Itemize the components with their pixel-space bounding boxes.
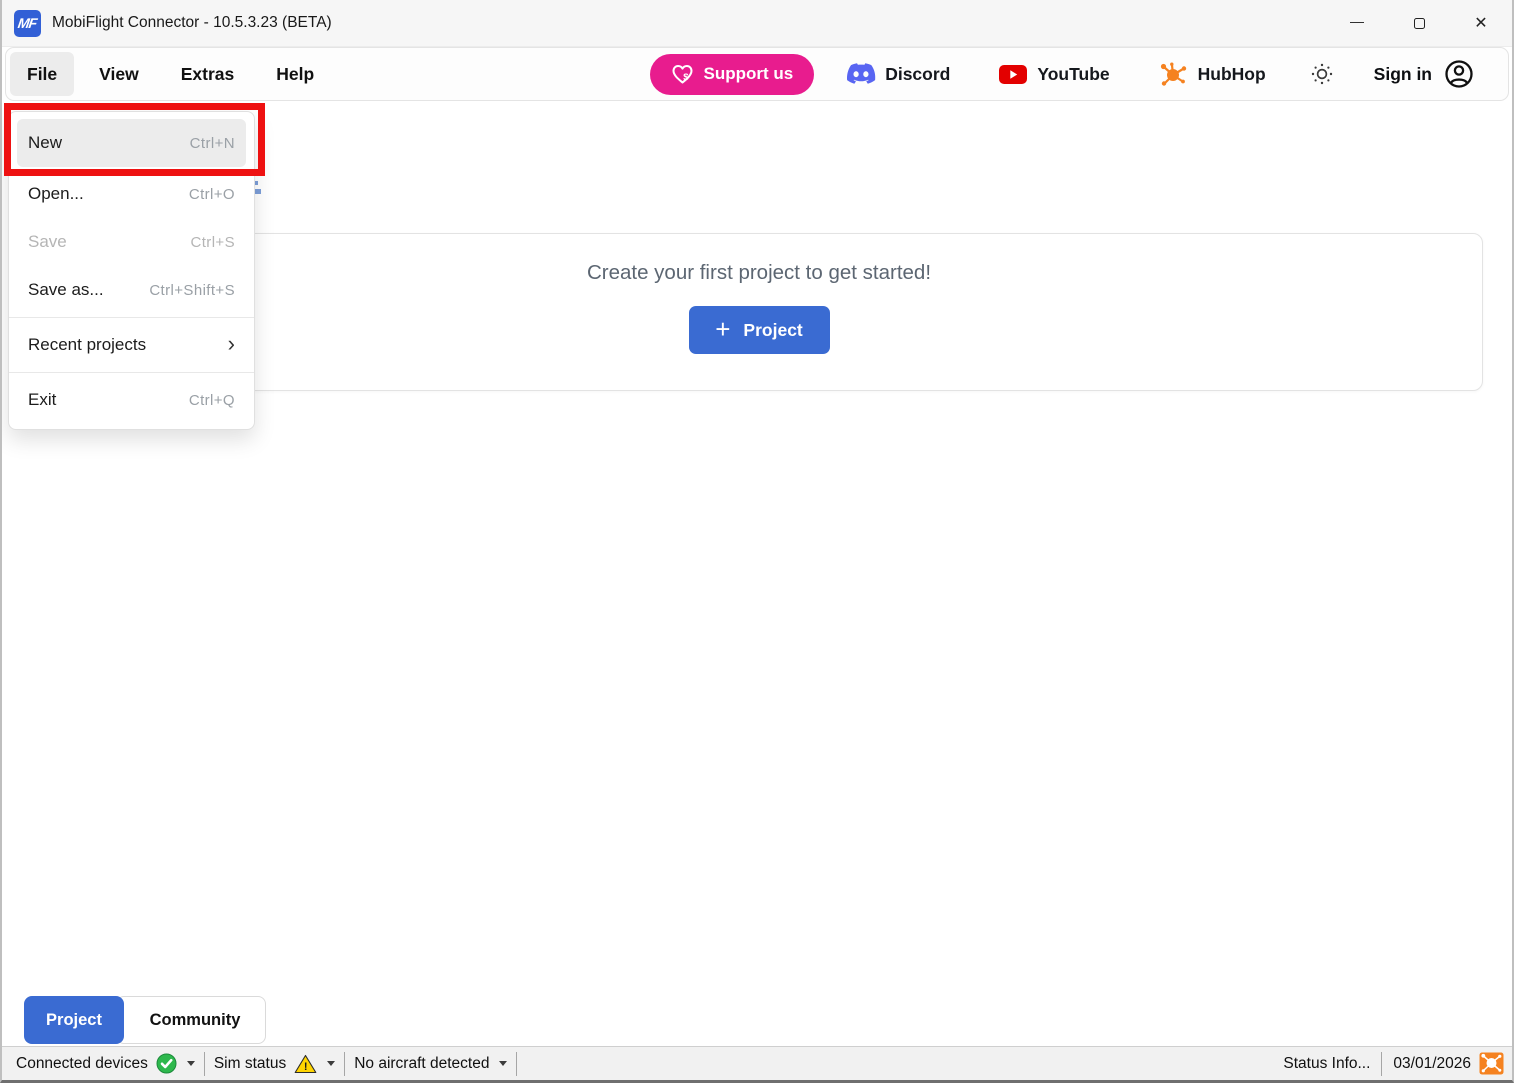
maximize-button[interactable] [1388,0,1450,46]
heart-dollar-icon: $ [671,64,694,85]
status-separator [1381,1052,1382,1076]
hubhop-link[interactable]: HubHop [1158,61,1266,88]
maximize-icon [1414,18,1425,29]
youtube-link[interactable]: YouTube [998,64,1109,85]
minimize-icon: — [1350,13,1364,29]
close-icon: ✕ [1474,13,1487,33]
status-separator [204,1052,205,1076]
discord-label: Discord [885,64,950,85]
menu-item-label: Save as... [28,280,104,300]
file-menu-item-recent-projects[interactable]: Recent projects › [9,321,254,369]
window-controls: — ✕ [1326,0,1512,46]
file-menu-item-exit[interactable]: Exit Ctrl+Q [9,376,254,424]
window-title: MobiFlight Connector - 10.5.3.23 (BETA) [52,14,332,32]
menu-extras[interactable]: Extras [164,52,252,96]
svg-text:!: ! [304,1061,308,1073]
menu-item-label: New [28,133,62,153]
menu-item-shortcut: Ctrl+S [191,234,236,251]
status-separator [516,1052,517,1076]
status-info-link[interactable]: Status Info... [1283,1055,1370,1073]
plus-icon: + [715,316,730,342]
aircraft-status-label: No aircraft detected [354,1055,489,1073]
support-us-label: Support us [703,64,793,84]
user-avatar-icon [1444,59,1474,89]
svg-text:$: $ [684,72,690,83]
warning-triangle-icon: ! [294,1054,317,1074]
hubhop-label: HubHop [1198,64,1266,85]
status-separator [344,1052,345,1076]
mobiflight-logo-icon: MF [14,10,41,37]
caret-down-icon [327,1061,335,1066]
file-menu-item-open[interactable]: Open... Ctrl+O [9,170,254,218]
menu-item-label: Open... [28,184,84,204]
menu-view[interactable]: View [82,52,156,96]
menu-separator [9,372,254,373]
youtube-icon [998,64,1028,85]
menu-item-shortcut: Ctrl+Q [189,392,235,409]
close-button[interactable]: ✕ [1450,0,1512,46]
bottom-tabs: Project Community [24,996,266,1044]
discord-icon [846,63,876,85]
title-bar: MF MobiFlight Connector - 10.5.3.23 (BET… [2,0,1512,47]
menu-item-shortcut: Ctrl+Shift+S [149,282,235,299]
menu-separator [9,317,254,318]
toolbar-right: $ Support us Discord [650,48,1508,100]
tab-community[interactable]: Community [116,996,266,1044]
menu-item-label: Save [28,232,67,252]
file-menu-item-save-as[interactable]: Save as... Ctrl+Shift+S [9,266,254,314]
connected-devices-status[interactable]: Connected devices [10,1053,201,1074]
menu-help[interactable]: Help [259,52,331,96]
menu-item-label: Recent projects [28,335,146,355]
aircraft-status[interactable]: No aircraft detected [348,1055,513,1073]
new-project-button[interactable]: + Project [689,306,830,354]
sign-in-button[interactable]: Sign in [1374,59,1474,89]
caret-down-icon [499,1061,507,1066]
new-project-button-label: Project [743,320,802,341]
minimize-button[interactable]: — [1326,0,1388,46]
app-window: MF MobiFlight Connector - 10.5.3.23 (BET… [0,0,1514,1083]
sim-status[interactable]: Sim status ! [208,1054,341,1074]
obscured-ui-fragment [254,181,262,197]
discord-link[interactable]: Discord [846,63,950,85]
connected-devices-label: Connected devices [16,1055,148,1073]
file-menu-item-save: Save Ctrl+S [9,218,254,266]
menu-item-label: Exit [28,390,56,410]
ok-check-icon [156,1053,177,1074]
tab-project[interactable]: Project [24,996,124,1044]
menu-item-shortcut: Ctrl+O [189,186,235,203]
menu-item-shortcut: Ctrl+N [190,135,235,152]
status-date: 03/01/2026 [1393,1055,1471,1073]
status-bar-right: Status Info... 03/01/2026 [1283,1052,1504,1076]
logo-text: MF [17,15,37,31]
support-us-button[interactable]: $ Support us [650,54,814,95]
youtube-label: YouTube [1037,64,1109,85]
caret-down-icon [187,1061,195,1066]
file-dropdown-menu: New Ctrl+N Open... Ctrl+O Save Ctrl+S Sa… [8,111,255,430]
sign-in-label: Sign in [1374,64,1432,85]
sun-brightness-icon [1310,62,1334,86]
menu-toolbar: File View Extras Help $ Support us [5,47,1509,101]
file-menu-item-new[interactable]: New Ctrl+N [17,119,246,167]
menu-file[interactable]: File [10,52,74,96]
sim-status-label: Sim status [214,1055,286,1073]
mobiflight-splat-icon [1479,1052,1504,1075]
hubhop-splat-icon [1158,61,1189,88]
theme-toggle-button[interactable] [1310,62,1334,86]
status-bar: Connected devices Sim status ! No air [2,1046,1512,1080]
submenu-chevron-icon: › [228,333,235,355]
